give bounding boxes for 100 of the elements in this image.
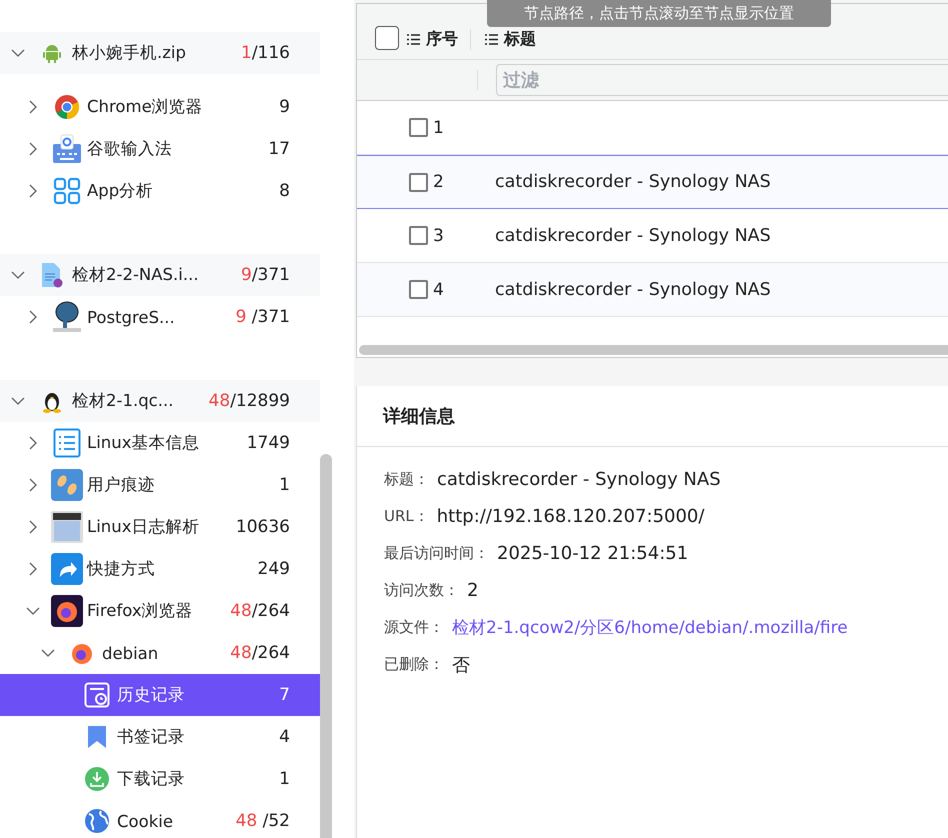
tree-item[interactable]: 用户痕迹 1 bbox=[0, 464, 320, 506]
tree-item[interactable]: 检材2-1.qc... 48/12899 bbox=[0, 380, 320, 422]
field-value: 2025-10-12 21:54:51 bbox=[497, 543, 688, 564]
select-all-checkbox[interactable] bbox=[375, 26, 399, 50]
details-title: 详细信息 bbox=[357, 386, 948, 447]
item-count: /264 bbox=[252, 643, 290, 663]
item-count: 17 bbox=[268, 139, 290, 159]
field-value: http://192.168.120.207:5000/ bbox=[436, 506, 704, 527]
tree-item-label: 下载记录 bbox=[117, 768, 186, 790]
hit-count: 1 bbox=[240, 43, 252, 63]
list-icon bbox=[485, 34, 498, 45]
log-file-icon bbox=[51, 511, 83, 543]
table-row[interactable]: 4 catdiskrecorder - Synology NAS bbox=[357, 263, 948, 317]
field-label: 访问次数： bbox=[384, 581, 459, 600]
tree-item-label: App分析 bbox=[87, 180, 154, 202]
table-cell-text: 3 bbox=[433, 226, 445, 246]
document-icon bbox=[41, 262, 63, 288]
row-checkbox[interactable] bbox=[409, 280, 428, 299]
history-calendar-icon bbox=[84, 682, 110, 708]
field-value: 否 bbox=[452, 654, 470, 676]
keyboard-icon bbox=[52, 134, 82, 164]
hit-count: 48 bbox=[236, 811, 258, 831]
tree-item[interactable]: Linux基本信息 1749 bbox=[0, 422, 320, 464]
tree-item-label: debian bbox=[102, 644, 160, 662]
tree-item[interactable]: PostgreS... 9 /371 bbox=[0, 296, 320, 338]
item-count: /116 bbox=[252, 43, 290, 63]
tree-item-label: 谷歌输入法 bbox=[87, 138, 173, 160]
file-path-link[interactable]: 检材2-1.qcow2/分区6/home/debian/.mozilla/fire bbox=[452, 616, 848, 639]
table-cell-text: 1 bbox=[433, 118, 445, 138]
tree-item[interactable]: 书签记录 4 bbox=[0, 716, 320, 758]
field-value: 2 bbox=[467, 580, 478, 601]
table-cell-text: 4 bbox=[433, 280, 445, 300]
hit-count: 48 bbox=[208, 391, 230, 411]
tree-item[interactable]: debian 48/264 bbox=[0, 632, 320, 674]
field-label: 已删除： bbox=[384, 655, 444, 674]
tree-item[interactable]: Chrome浏览器 9 bbox=[0, 86, 320, 128]
hit-count: 48 bbox=[230, 601, 252, 621]
row-checkbox[interactable] bbox=[409, 118, 428, 137]
download-icon bbox=[84, 766, 110, 792]
firefox-icon bbox=[51, 595, 83, 627]
column-header[interactable]: 序号 bbox=[399, 29, 471, 50]
tree-item[interactable]: 下载记录 1 bbox=[0, 758, 320, 800]
tree-item-label: Linux基本信息 bbox=[87, 432, 200, 454]
list-icon bbox=[407, 34, 420, 45]
column-header[interactable]: 标题 bbox=[477, 29, 536, 50]
tree-item-label: 林小婉手机.zip bbox=[72, 42, 187, 64]
tree-item[interactable]: Cookie 48 /52 bbox=[0, 800, 320, 838]
firefox-icon bbox=[70, 641, 94, 665]
tree-item[interactable]: Linux日志解析 10636 bbox=[0, 506, 320, 548]
item-count: 10636 bbox=[236, 517, 290, 537]
field-label: URL： bbox=[384, 507, 429, 526]
tree-item[interactable]: 快捷方式 249 bbox=[0, 548, 320, 590]
bookmark-icon bbox=[87, 725, 107, 749]
tree-item-label: 书签记录 bbox=[117, 726, 186, 748]
chrome-icon bbox=[54, 94, 80, 120]
app-grid-icon bbox=[53, 177, 81, 205]
table-row[interactable]: 2 catdiskrecorder - Synology NAS bbox=[357, 155, 948, 209]
tree-item-label: Cookie bbox=[117, 812, 174, 830]
filter-field[interactable]: 过滤 bbox=[496, 64, 948, 96]
field-label: 最后访问时间： bbox=[384, 544, 489, 563]
table-cell: catdiskrecorder - Synology NAS bbox=[495, 172, 771, 192]
table-cell: catdiskrecorder - Synology NAS bbox=[495, 280, 771, 300]
android-icon bbox=[41, 42, 63, 64]
item-count: 8 bbox=[279, 181, 290, 201]
hit-count: 9 bbox=[236, 307, 246, 327]
item-count: 7 bbox=[279, 685, 290, 705]
item-count: /12899 bbox=[230, 391, 290, 411]
item-count: 9 bbox=[279, 97, 290, 117]
item-count: 4 bbox=[279, 727, 290, 747]
tooltip: 节点路径，点击节点滚动至节点显示位置 bbox=[487, 0, 831, 27]
item-count: 1 bbox=[279, 475, 290, 495]
table-cell: catdiskrecorder - Synology NAS bbox=[495, 226, 771, 246]
list-icon bbox=[53, 428, 81, 458]
item-count: /371 bbox=[250, 307, 290, 327]
row-checkbox[interactable] bbox=[409, 172, 428, 192]
tree-item[interactable]: 历史记录 7 bbox=[0, 674, 320, 716]
field-value: catdiskrecorder - Synology NAS bbox=[437, 469, 721, 490]
item-count: 1 bbox=[279, 769, 290, 789]
tree-item-label: 历史记录 bbox=[117, 684, 186, 706]
tree-item-label: PostgreS... bbox=[87, 308, 176, 326]
tree-item-label: 检材2-1.qc... bbox=[72, 390, 174, 412]
hit-count: 48 bbox=[230, 643, 252, 663]
tree-item-label: Firefox浏览器 bbox=[87, 600, 194, 622]
scrollbar-thumb[interactable] bbox=[320, 454, 332, 838]
field-label: 标题： bbox=[384, 470, 429, 489]
tree-item[interactable]: 谷歌输入法 17 bbox=[0, 128, 320, 170]
item-count: /264 bbox=[252, 601, 290, 621]
row-checkbox[interactable] bbox=[409, 226, 428, 245]
hit-count: 9 bbox=[240, 265, 252, 285]
table-cell-text: 2 bbox=[433, 172, 445, 192]
item-count: 1749 bbox=[246, 433, 290, 453]
horizontal-scrollbar[interactable] bbox=[359, 345, 948, 355]
tree-item[interactable]: 检材2-2-NAS.i... 9/371 bbox=[0, 254, 320, 296]
tree-item[interactable]: App分析 8 bbox=[0, 170, 320, 212]
tree-item-label: 检材2-2-NAS.i... bbox=[72, 264, 200, 286]
tree-item[interactable]: Firefox浏览器 48/264 bbox=[0, 590, 320, 632]
tree-item-label: 快捷方式 bbox=[87, 558, 156, 580]
item-count: /371 bbox=[252, 265, 290, 285]
tree-item[interactable]: 林小婉手机.zip 1/116 bbox=[0, 32, 320, 74]
field-label: 源文件： bbox=[384, 618, 444, 637]
